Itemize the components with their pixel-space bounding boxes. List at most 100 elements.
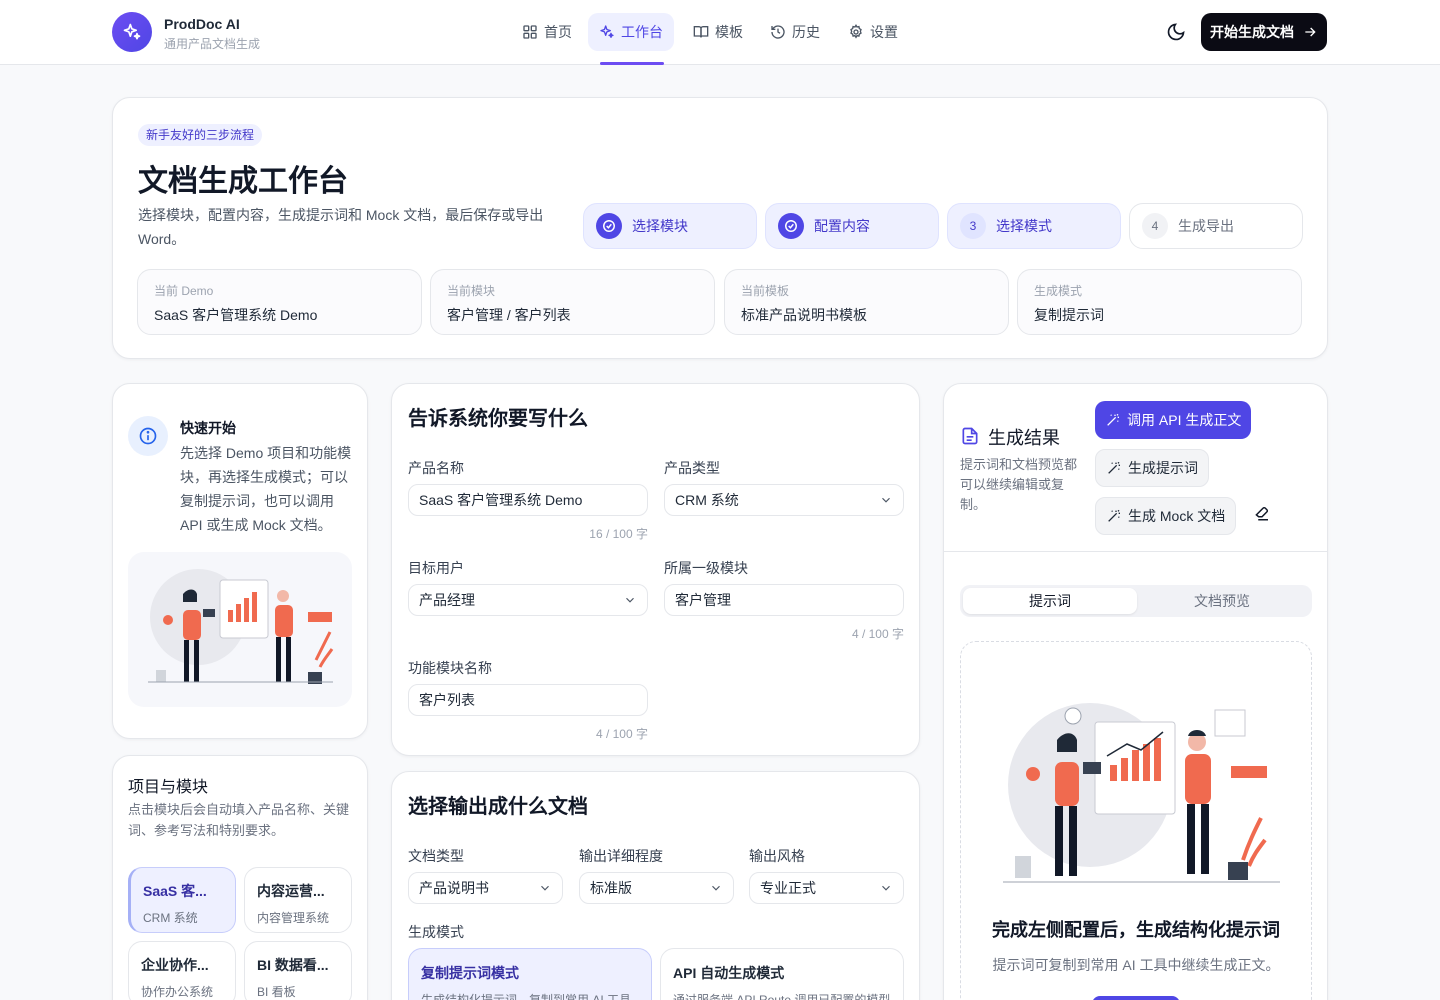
top-bar: ProdDoc AI 通用产品文档生成 首页 工作台 模板 历史 设置 开始生成…: [0, 0, 1440, 65]
product-type-select[interactable]: CRM 系统: [664, 484, 904, 516]
step-select-mode[interactable]: 3 选择模式: [947, 203, 1121, 249]
detail-value: 标准版: [590, 880, 632, 896]
project-item-saas[interactable]: SaaS 客... CRM 系统: [128, 867, 236, 933]
feature-label: 功能模块名称: [408, 660, 492, 676]
eraser-icon[interactable]: [1253, 504, 1271, 527]
start-generate-label: 开始生成文档: [1210, 24, 1294, 40]
generate-prompt-label: 生成提示词: [1128, 460, 1198, 476]
nav-history-label: 历史: [792, 24, 820, 40]
feature-value: 客户列表: [419, 692, 475, 708]
target-user-label: 目标用户: [408, 560, 464, 576]
step-label: 选择模式: [996, 218, 1052, 234]
mode-api-auto[interactable]: API 自动生成模式 通过服务端 API Route 调用已配置的模型: [660, 948, 904, 1000]
info-current-module: 当前模块 客户管理 / 客户列表: [430, 269, 715, 335]
detail-select[interactable]: 标准版: [579, 872, 734, 904]
info-key: 当前模板: [741, 284, 790, 298]
info-key: 当前 Demo: [154, 284, 214, 298]
history-icon: [771, 25, 785, 39]
call-api-button[interactable]: 调用 API 生成正文: [1095, 401, 1252, 439]
product-type-label: 产品类型: [664, 460, 720, 476]
document-icon: [960, 426, 980, 451]
grid-icon: [523, 25, 537, 39]
project-item-collab[interactable]: 企业协作... 协作办公系统: [128, 941, 236, 1000]
generate-mock-button[interactable]: 生成 Mock 文档: [1095, 497, 1237, 535]
product-type-value: CRM 系统: [675, 492, 739, 508]
nav-home[interactable]: 首页: [511, 13, 583, 51]
quick-start-body: 先选择 Demo 项目和功能模块，再选择生成模式；可以复制提示词，也可以调用 A…: [180, 445, 352, 533]
generate-prompt-button[interactable]: 生成提示词: [1095, 449, 1209, 487]
target-user-value: 产品经理: [419, 592, 475, 608]
step-label: 选择模块: [632, 218, 688, 234]
project-subtitle: BI 看板: [257, 985, 296, 999]
style-label: 输出风格: [749, 848, 805, 864]
projects-title: 项目与模块: [128, 779, 209, 796]
project-title: 企业协作...: [141, 957, 209, 973]
moon-icon[interactable]: [1166, 22, 1186, 47]
info-current-template: 当前模板 标准产品说明书模板: [724, 269, 1009, 335]
chevron-down-icon: [882, 885, 890, 891]
chevron-down-icon: [626, 597, 634, 603]
empty-state-illustration: [985, 700, 1285, 895]
tab-prompt[interactable]: 提示词: [963, 588, 1137, 614]
doc-type-select[interactable]: 产品说明书: [408, 872, 563, 904]
nav-settings[interactable]: 设置: [837, 13, 909, 51]
project-title: SaaS 客...: [143, 883, 207, 899]
info-value: 复制提示词: [1034, 307, 1104, 323]
gear-icon: [850, 24, 862, 39]
info-current-demo: 当前 Demo SaaS 客户管理系统 Demo: [137, 269, 422, 335]
book-icon: [693, 26, 709, 38]
projects-description: 点击模块后会自动填入产品名称、关键词、参考写法和特别要求。: [128, 802, 350, 838]
start-generate-button[interactable]: 开始生成文档: [1201, 13, 1327, 51]
info-value: SaaS 客户管理系统 Demo: [154, 307, 318, 323]
info-value: 客户管理 / 客户列表: [447, 307, 571, 323]
result-title: 生成结果: [988, 428, 1060, 448]
style-select[interactable]: 专业正式: [749, 872, 904, 904]
chevron-down-icon: [712, 885, 720, 891]
magic-wand-icon: [1108, 461, 1120, 474]
tab-doc-preview[interactable]: 文档预览: [1135, 588, 1309, 614]
product-name-count: 16 / 100 字: [589, 527, 648, 541]
product-name-input[interactable]: SaaS 客户管理系统 Demo: [408, 484, 648, 516]
step-configure[interactable]: 配置内容: [765, 203, 939, 249]
nav-history[interactable]: 历史: [759, 13, 831, 51]
feature-count: 4 / 100 字: [595, 727, 648, 741]
project-subtitle: 协作办公系统: [141, 985, 214, 999]
generate-mock-label: 生成 Mock 文档: [1128, 508, 1226, 524]
info-key: 生成模式: [1034, 284, 1083, 298]
empty-state-description: 提示词可复制到常用 AI 工具中继续生成正文。: [992, 957, 1280, 973]
project-item-bi[interactable]: BI 数据看... BI 看板: [244, 941, 352, 1000]
chevron-down-icon: [541, 885, 549, 891]
sparkles-logo-icon[interactable]: [112, 12, 152, 52]
call-api-label: 调用 API 生成正文: [1127, 412, 1242, 428]
module-count: 4 / 100 字: [851, 627, 904, 641]
quick-start-title: 快速开始: [180, 420, 236, 436]
chevron-down-icon: [882, 497, 890, 503]
mode-subtitle: 生成结构化提示词，复制到常用 AI 工具: [421, 993, 632, 1000]
hero-badge: 新手友好的三步流程: [138, 124, 263, 146]
mode-title: API 自动生成模式: [673, 965, 785, 981]
mode-copy-prompt[interactable]: 复制提示词模式 生成结构化提示词，复制到常用 AI 工具: [408, 948, 652, 1000]
mode-label: 生成模式: [408, 924, 464, 940]
target-user-select[interactable]: 产品经理: [408, 584, 648, 616]
arrow-right-icon: [1305, 27, 1316, 37]
step-label: 配置内容: [814, 218, 870, 234]
nav-workbench[interactable]: 工作台: [588, 13, 674, 51]
empty-state-action-button[interactable]: [1092, 996, 1180, 1000]
output-title: 选择输出成什么文档: [408, 796, 588, 818]
project-item-content[interactable]: 内容运营... 内容管理系统: [244, 867, 352, 933]
nav-templates[interactable]: 模板: [682, 13, 754, 51]
feature-input[interactable]: 客户列表: [408, 684, 648, 716]
module-input[interactable]: 客户管理: [664, 584, 904, 616]
nav-active-underline: [600, 62, 664, 65]
check-circle-icon: [778, 213, 804, 239]
project-title: BI 数据看...: [257, 957, 329, 973]
nav-workbench-label: 工作台: [621, 24, 663, 40]
result-tabs: 提示词 文档预览: [960, 585, 1312, 617]
project-title: 内容运营...: [257, 883, 325, 899]
product-name-label: 产品名称: [408, 460, 464, 476]
project-subtitle: CRM 系统: [143, 911, 198, 925]
step-generate-export[interactable]: 4 生成导出: [1129, 203, 1303, 249]
page-title: 文档生成工作台: [138, 165, 348, 198]
step-number: 3: [960, 213, 986, 239]
step-select-module[interactable]: 选择模块: [583, 203, 757, 249]
